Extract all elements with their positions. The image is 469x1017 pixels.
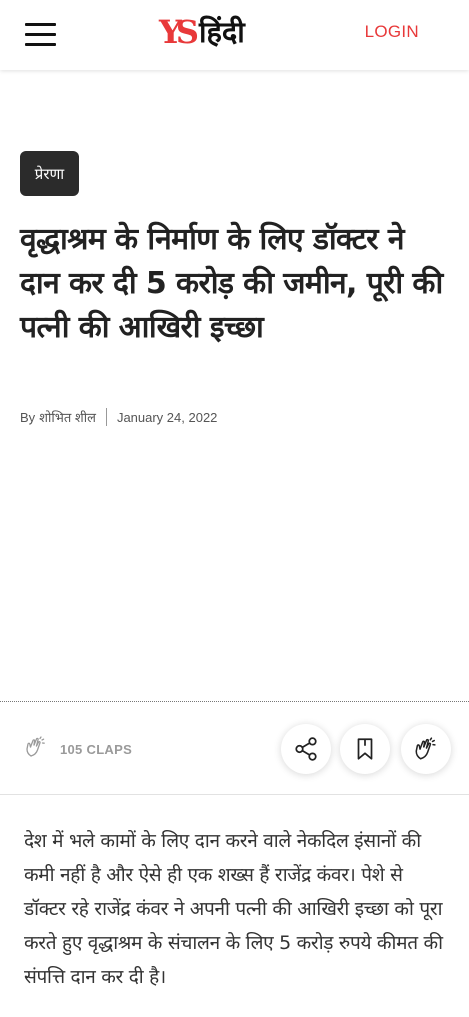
author-link[interactable]: शोभित शील xyxy=(39,408,96,426)
byline-divider xyxy=(105,408,107,426)
site-logo[interactable]: YS हिंदी xyxy=(159,12,245,52)
article-body: देश में भले कामों के लिए दान करने वाले न… xyxy=(24,830,443,988)
bookmark-icon xyxy=(357,738,373,760)
category-badge[interactable]: प्रेरणा xyxy=(20,151,79,196)
bookmark-button[interactable] xyxy=(340,724,390,774)
hamburger-icon[interactable] xyxy=(25,23,57,47)
clap-button[interactable] xyxy=(401,724,451,774)
share-button[interactable] xyxy=(281,724,331,774)
share-icon xyxy=(295,737,317,761)
logo-ys: YS xyxy=(159,13,199,51)
hamburger-line xyxy=(25,23,56,26)
login-button[interactable]: LOGIN xyxy=(365,22,419,42)
article-title: वृद्धाश्रम के निर्माण के लिए डॉक्टर ने द… xyxy=(20,222,443,345)
claps-counter: 105 CLAPS xyxy=(24,735,132,763)
section-divider xyxy=(0,701,469,702)
clap-icon xyxy=(24,735,48,763)
clap-icon xyxy=(415,737,436,760)
top-header: YS हिंदी LOGIN xyxy=(0,0,469,70)
section-divider xyxy=(0,794,469,795)
hamburger-line xyxy=(25,43,56,46)
engagement-bar: 105 CLAPS xyxy=(0,720,469,780)
publish-date: January 24, 2022 xyxy=(116,409,218,425)
logo-hindi: हिंदी xyxy=(198,14,245,49)
hamburger-line xyxy=(25,33,56,36)
claps-label: 105 CLAPS xyxy=(60,741,133,757)
byline: By शोभित शील January 24, 2022 xyxy=(20,408,217,426)
byline-prefix: By xyxy=(20,409,36,425)
